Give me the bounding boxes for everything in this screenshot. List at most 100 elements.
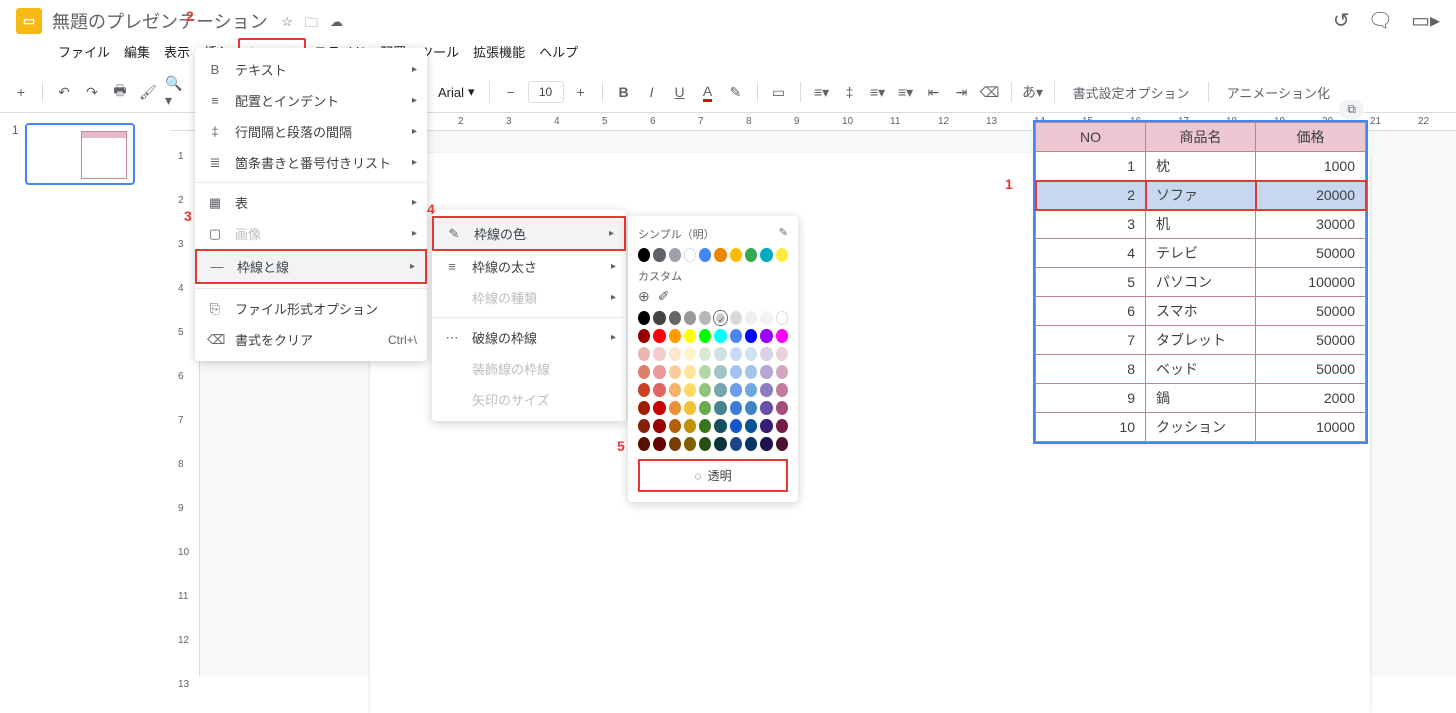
- menu-編集[interactable]: 編集: [118, 38, 156, 69]
- input-tools-button[interactable]: あ▾: [1022, 81, 1044, 103]
- menu-ヘルプ[interactable]: ヘルプ: [533, 38, 584, 69]
- slide-table-selection[interactable]: NO商品名価格1枕10002ソファ200003机300004テレビ500005パ…: [1033, 120, 1368, 444]
- color-swatch[interactable]: [745, 419, 757, 433]
- color-swatch[interactable]: [638, 401, 650, 415]
- color-swatch[interactable]: [745, 347, 757, 361]
- color-swatch[interactable]: [714, 365, 726, 379]
- color-swatch[interactable]: [638, 419, 650, 433]
- indent-decrease-button[interactable]: ⇤: [923, 81, 945, 103]
- color-swatch[interactable]: [669, 401, 681, 415]
- color-swatch[interactable]: [730, 248, 742, 262]
- eyedropper-icon[interactable]: ✐: [658, 288, 670, 305]
- font-size-increase[interactable]: +: [570, 81, 592, 103]
- undo-button[interactable]: ↶: [53, 81, 75, 103]
- color-swatch[interactable]: [776, 365, 788, 379]
- color-swatch[interactable]: [638, 329, 650, 343]
- font-selector[interactable]: Arial ▾: [434, 84, 479, 100]
- cloud-icon[interactable]: ☁: [330, 14, 343, 36]
- edit-theme-icon[interactable]: ✎: [779, 226, 788, 242]
- color-swatch[interactable]: [730, 365, 742, 379]
- color-swatch[interactable]: [745, 437, 757, 451]
- color-swatch[interactable]: [730, 347, 742, 361]
- color-swatch[interactable]: [699, 311, 711, 325]
- color-swatch[interactable]: [669, 365, 681, 379]
- format-options-button[interactable]: 書式設定オプション: [1065, 79, 1198, 106]
- color-swatch[interactable]: [730, 311, 742, 325]
- italic-button[interactable]: I: [641, 81, 663, 103]
- color-swatch[interactable]: [730, 329, 742, 343]
- color-swatch[interactable]: [776, 248, 788, 262]
- color-swatch[interactable]: [699, 329, 711, 343]
- color-swatch[interactable]: [638, 347, 650, 361]
- color-swatch[interactable]: [638, 365, 650, 379]
- color-swatch[interactable]: [653, 419, 665, 433]
- color-swatch[interactable]: [745, 311, 757, 325]
- indent-increase-button[interactable]: ⇥: [951, 81, 973, 103]
- submenu-item-破線の枠線[interactable]: ⋯破線の枠線▸: [432, 322, 626, 353]
- color-swatch[interactable]: [776, 401, 788, 415]
- color-swatch[interactable]: [653, 365, 665, 379]
- color-swatch[interactable]: [745, 401, 757, 415]
- doc-title[interactable]: 無題のプレゼンテーション: [52, 8, 268, 34]
- zoom-button[interactable]: 🔍▾: [165, 81, 187, 103]
- color-swatch[interactable]: [760, 401, 772, 415]
- color-swatch[interactable]: [699, 419, 711, 433]
- table-row[interactable]: 8ベッド50000: [1036, 355, 1366, 384]
- color-swatch[interactable]: [699, 365, 711, 379]
- color-swatch[interactable]: [638, 437, 650, 451]
- color-swatch[interactable]: [760, 311, 772, 325]
- table-header[interactable]: 価格: [1256, 123, 1366, 152]
- color-swatch[interactable]: [776, 329, 788, 343]
- submenu-item-枠線の色[interactable]: ✎枠線の色▸: [432, 216, 626, 251]
- color-swatch[interactable]: ✓: [714, 311, 726, 325]
- submenu-item-枠線の太さ[interactable]: ≡枠線の太さ▸: [432, 251, 626, 282]
- clear-format-button[interactable]: ⌫: [979, 81, 1001, 103]
- color-swatch[interactable]: [714, 401, 726, 415]
- color-swatch[interactable]: [653, 248, 665, 262]
- color-swatch[interactable]: [760, 419, 772, 433]
- color-swatch[interactable]: [699, 383, 711, 397]
- font-size-input[interactable]: 10: [528, 81, 564, 103]
- menu-item-配置とインデント[interactable]: ≡配置とインデント▸: [195, 85, 427, 116]
- menu-item-テキスト[interactable]: Bテキスト▸: [195, 54, 427, 85]
- color-swatch[interactable]: [653, 437, 665, 451]
- paint-format-button[interactable]: 🖌: [137, 81, 159, 103]
- color-swatch[interactable]: [730, 419, 742, 433]
- color-swatch[interactable]: [776, 437, 788, 451]
- color-swatch[interactable]: [730, 401, 742, 415]
- menu-拡張機能[interactable]: 拡張機能: [467, 38, 531, 69]
- color-swatch[interactable]: [745, 365, 757, 379]
- color-swatch[interactable]: [730, 437, 742, 451]
- highlight-button[interactable]: ✎: [725, 81, 747, 103]
- color-swatch[interactable]: [684, 329, 696, 343]
- present-icon[interactable]: ▭▸: [1411, 8, 1440, 33]
- color-swatch[interactable]: [653, 347, 665, 361]
- animation-button[interactable]: アニメーション化: [1219, 79, 1338, 106]
- color-swatch[interactable]: [699, 347, 711, 361]
- color-swatch[interactable]: [760, 383, 772, 397]
- move-icon[interactable]: 🗀: [305, 14, 318, 36]
- table-row[interactable]: 1枕1000: [1036, 152, 1366, 181]
- table-row[interactable]: 5パソコン100000: [1036, 268, 1366, 297]
- menu-item-表[interactable]: ▦表▸: [195, 187, 427, 218]
- table-row[interactable]: 6スマホ50000: [1036, 297, 1366, 326]
- redo-button[interactable]: ↷: [81, 81, 103, 103]
- color-swatch[interactable]: [669, 248, 681, 262]
- fill-color-button[interactable]: ▭: [768, 81, 790, 103]
- table-header[interactable]: 商品名: [1146, 123, 1256, 152]
- color-swatch[interactable]: [776, 311, 788, 325]
- color-swatch[interactable]: [684, 383, 696, 397]
- color-swatch[interactable]: [745, 383, 757, 397]
- color-swatch[interactable]: [776, 383, 788, 397]
- color-swatch[interactable]: [745, 248, 757, 262]
- color-swatch[interactable]: [714, 383, 726, 397]
- color-swatch[interactable]: [699, 401, 711, 415]
- color-swatch[interactable]: [684, 347, 696, 361]
- color-swatch[interactable]: [684, 437, 696, 451]
- slide-thumbnail-1[interactable]: [25, 123, 135, 185]
- font-size-decrease[interactable]: −: [500, 81, 522, 103]
- table-row[interactable]: 4テレビ50000: [1036, 239, 1366, 268]
- color-swatch[interactable]: [699, 437, 711, 451]
- color-swatch[interactable]: [669, 437, 681, 451]
- menu-item-枠線と線[interactable]: —枠線と線▸: [195, 249, 427, 284]
